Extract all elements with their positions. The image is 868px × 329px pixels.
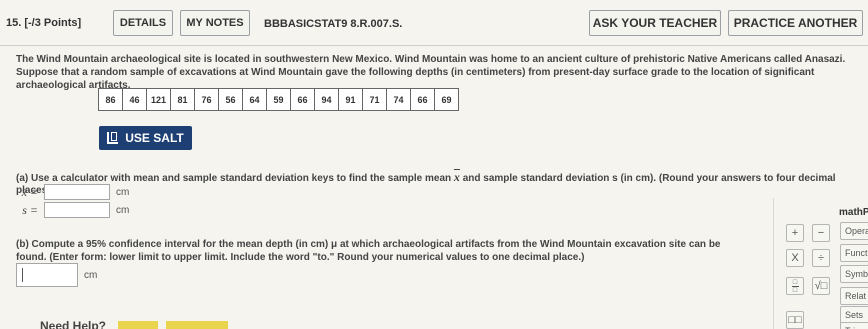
use-salt-label: USE SALT: [125, 131, 184, 145]
part-a-prompt: (a) Use a calculator with mean and sampl…: [16, 170, 868, 196]
ci-answer-row: cm: [16, 263, 97, 287]
power-button[interactable]: □□: [786, 311, 804, 329]
palette-category-tab[interactable]: Relat: [840, 287, 868, 305]
plus-button[interactable]: +: [786, 224, 804, 242]
palette-category-tab[interactable]: Symb: [840, 265, 868, 283]
data-row: 86 46 121 81 76 56 64 59 66 94 91 71 74 66 69: [98, 88, 459, 111]
read-it-button[interactable]: [118, 321, 158, 329]
text-cursor: [22, 268, 23, 282]
data-cell: 94: [314, 88, 339, 111]
question-number: 15. [-/3 Points]: [6, 17, 82, 29]
data-cell: 66: [410, 88, 435, 111]
times-button[interactable]: X: [786, 249, 804, 267]
fraction-button[interactable]: □ □: [786, 277, 804, 295]
ask-your-teacher-button[interactable]: ASK YOUR TEACHER: [589, 10, 721, 36]
ci-unit: cm: [84, 269, 98, 281]
mean-label: x̄ =: [21, 184, 38, 199]
divide-button[interactable]: ÷: [812, 249, 830, 267]
data-cell: 91: [338, 88, 363, 111]
watch-it-button[interactable]: [166, 321, 228, 329]
data-cell: 81: [170, 88, 195, 111]
my-notes-button[interactable]: MY NOTES: [180, 10, 250, 36]
details-button[interactable]: DETAILS: [113, 10, 173, 36]
data-cell: 74: [386, 88, 411, 111]
mean-answer-row: x̄ = cm: [16, 184, 129, 200]
data-cell: 71: [362, 88, 387, 111]
question-header: 15. [-/3 Points] DETAILS MY NOTES BBBASI…: [0, 0, 868, 46]
mean-input[interactable]: [44, 184, 110, 200]
data-cell: 56: [218, 88, 243, 111]
sqrt-button[interactable]: √□: [812, 277, 830, 295]
sample-mean-symbol: x: [453, 170, 460, 184]
data-cell: 121: [146, 88, 171, 111]
data-table: 86 46 121 81 76 56 64 59 66 94 91 71 74 66 69: [98, 88, 459, 111]
minus-button[interactable]: −: [812, 224, 830, 242]
palette-category-tab[interactable]: Functi: [840, 244, 868, 262]
math-palette: mathP + − X ÷ □ □ √□ □□ Opera Functi Symb Re…: [773, 198, 868, 329]
ci-input[interactable]: [16, 263, 78, 287]
palette-category-tab[interactable]: Opera: [840, 222, 868, 240]
part-a-text-1: (a) Use a calculator with mean and sampl…: [16, 173, 452, 184]
part-b-prompt: (b) Compute a 95% confidence interval fo…: [16, 239, 721, 263]
data-cell: 86: [98, 88, 123, 111]
data-cell: 66: [290, 88, 315, 111]
data-cell: 69: [434, 88, 459, 111]
math-palette-title: mathP: [839, 207, 868, 218]
question-intro: The Wind Mountain archaeological site is…: [16, 54, 846, 91]
palette-category-tab[interactable]: Trig: [840, 322, 868, 329]
sd-answer-row: s = cm: [16, 202, 129, 218]
practice-another-button[interactable]: PRACTICE ANOTHER: [728, 10, 863, 36]
mean-unit: cm: [116, 186, 130, 198]
salt-chart-icon: [107, 132, 119, 144]
data-cell: 46: [122, 88, 147, 111]
sd-label: s =: [22, 202, 38, 217]
sd-input[interactable]: [44, 202, 110, 218]
data-cell: 64: [242, 88, 267, 111]
problem-code: BBBASICSTAT9 8.R.007.S.: [264, 18, 403, 30]
fraction-icon: □ □: [791, 278, 799, 294]
use-salt-button[interactable]: USE SALT: [99, 126, 192, 150]
need-help-label: Need Help?: [40, 319, 107, 329]
data-cell: 76: [194, 88, 219, 111]
data-cell: 59: [266, 88, 291, 111]
sd-unit: cm: [116, 204, 130, 216]
